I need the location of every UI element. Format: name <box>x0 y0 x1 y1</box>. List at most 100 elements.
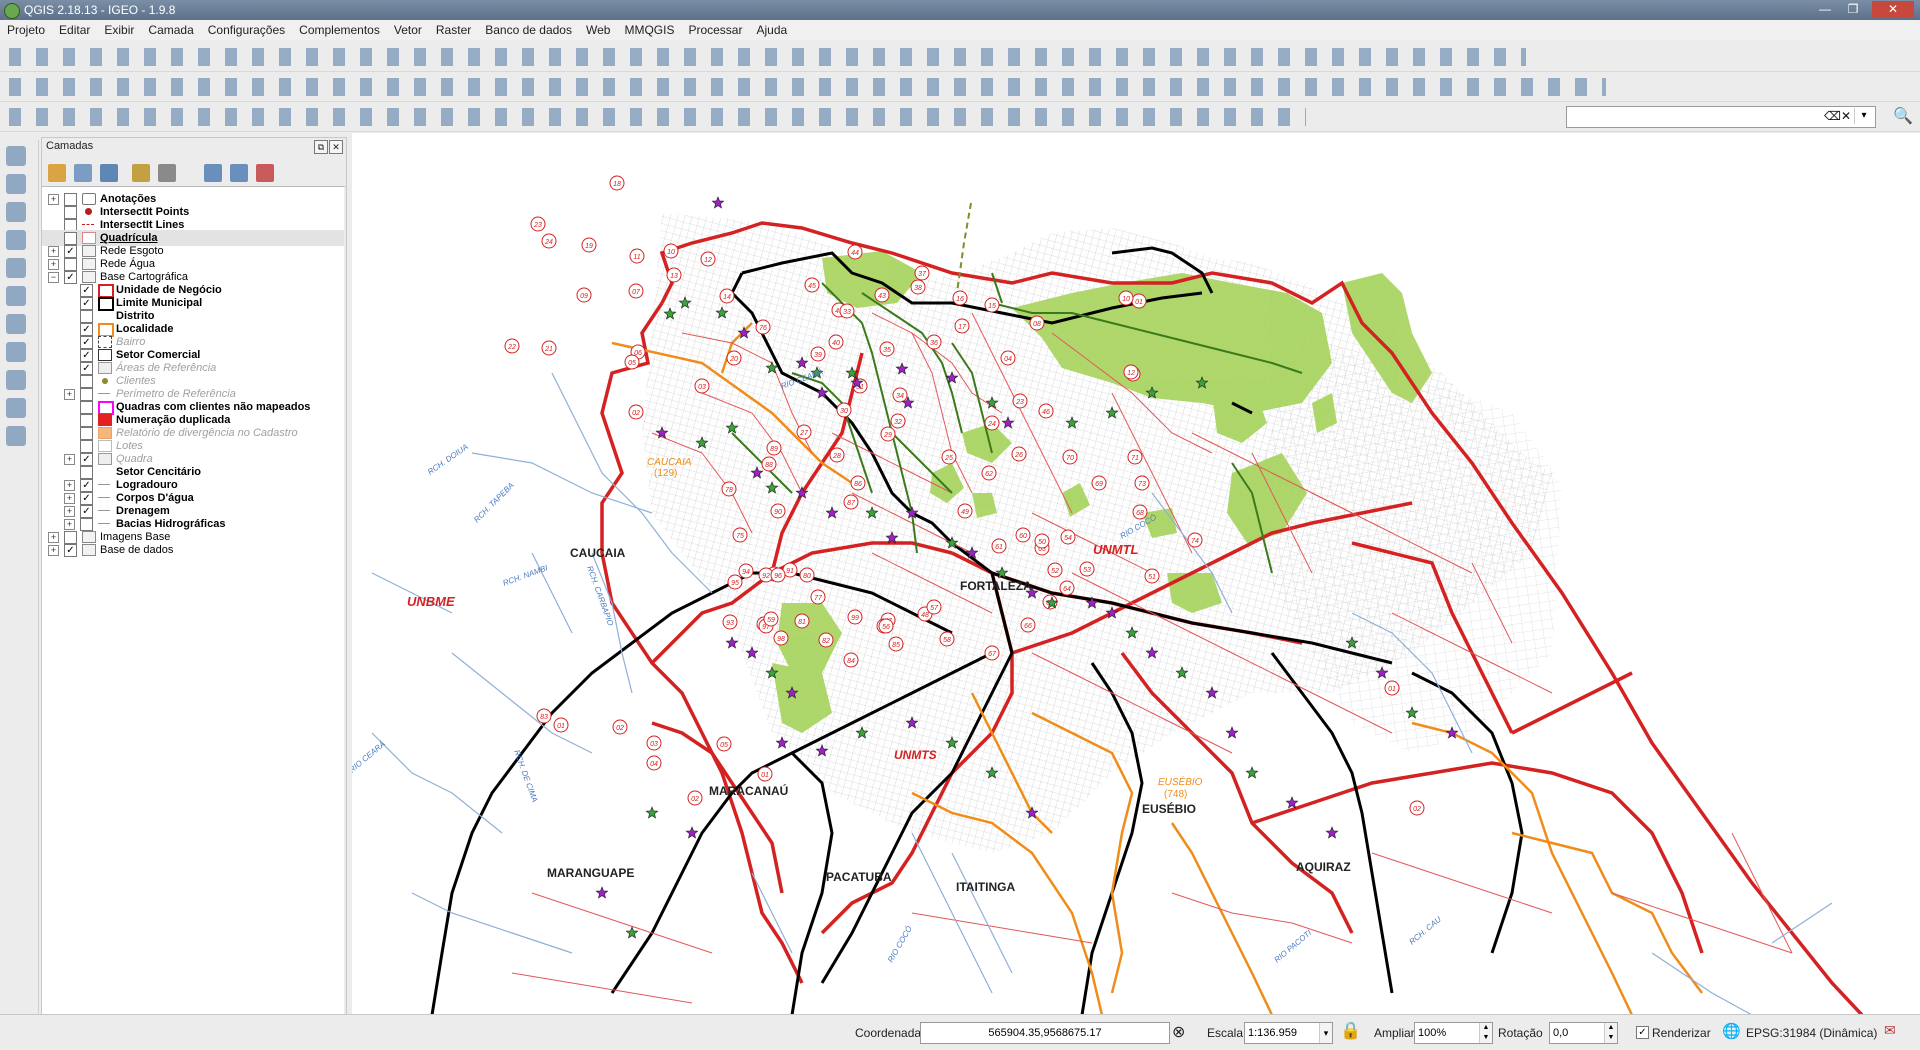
layer-symbol-icon <box>102 378 108 384</box>
search-dropdown-icon[interactable]: ▾ <box>1854 108 1873 124</box>
menu-ajuda[interactable]: Ajuda <box>749 20 794 40</box>
render-checkbox[interactable]: ✓ <box>1636 1026 1649 1039</box>
layer-tree: + Anotações IntersectIt Points IntersectIt … <box>42 186 344 1015</box>
sector-number-label: 08 <box>1033 321 1041 328</box>
add-wcs-layer-icon[interactable] <box>6 314 26 334</box>
label-eusebio: EUSÉBIO <box>1142 801 1196 816</box>
toolbar-icons[interactable] <box>6 48 1526 66</box>
sector-number-label: 62 <box>985 471 993 478</box>
rotation-spinbox[interactable]: 0,0 ▲ ▼ <box>1549 1022 1618 1044</box>
sector-number-label: 04 <box>1004 356 1012 363</box>
layer-row[interactable]: + ✓ Base de dados <box>42 542 344 558</box>
menu-editar[interactable]: Editar <box>52 20 97 40</box>
coordinate-field[interactable]: 565904.35,9568675.17 <box>920 1022 1170 1044</box>
qgis-logo-icon <box>4 3 20 19</box>
style-manager-icon[interactable] <box>48 164 66 182</box>
remove-layer-icon[interactable] <box>256 164 274 182</box>
magnify-label: Ampliar <box>1374 1026 1415 1040</box>
add-vector-layer-icon[interactable] <box>6 146 26 166</box>
sector-number-label: 76 <box>759 325 767 332</box>
render-toggle-icon[interactable]: ⊗ <box>1172 1022 1185 1042</box>
scale-label: Escala <box>1207 1026 1244 1040</box>
visibility-icon[interactable] <box>100 164 118 182</box>
layer-visibility-checkbox[interactable]: ✓ <box>64 544 77 557</box>
filter-expression-icon[interactable] <box>158 164 176 182</box>
expand-all-icon[interactable] <box>204 164 222 182</box>
sector-number-label: 15 <box>988 303 996 310</box>
lock-scale-icon[interactable]: 🔒 <box>1340 1021 1361 1041</box>
magnify-spin-icon[interactable]: ▲ ▼ <box>1479 1023 1492 1043</box>
filter-icon[interactable] <box>132 164 150 182</box>
sector-number-label: 24 <box>544 239 553 246</box>
rotation-label: Rotação <box>1498 1026 1543 1040</box>
label-maracanau: MARACANAÚ <box>709 783 788 798</box>
sector-number-label: 01 <box>1388 686 1396 693</box>
collapse-all-icon[interactable] <box>230 164 248 182</box>
menu-raster[interactable]: Raster <box>429 20 478 40</box>
sector-number-label: 82 <box>822 638 830 645</box>
add-group-icon[interactable] <box>74 164 92 182</box>
add-spatialite-layer-icon[interactable] <box>6 258 26 278</box>
sector-number-label: 34 <box>896 393 904 400</box>
float-panel-button[interactable]: ⧉ <box>314 140 328 154</box>
map-canvas[interactable]: 18 23 24 19 11 10 12 13 09 14 07 20 22 21 06 03 05 02 76 16… <box>352 133 1920 1015</box>
menu-configuracoes[interactable]: Configurações <box>201 20 292 40</box>
close-panel-button[interactable]: ✕ <box>329 140 343 154</box>
close-button[interactable]: ✕ <box>1872 1 1914 18</box>
menu-projeto[interactable]: Projeto <box>0 20 52 40</box>
title-bar: QGIS 2.18.13 - IGEO - 1.9.8 — ❐ ✕ <box>0 0 1920 20</box>
sector-number-label: 05 <box>720 742 728 749</box>
rotation-spin-icon[interactable]: ▲ ▼ <box>1604 1023 1617 1043</box>
add-delimited-text-icon[interactable] <box>6 202 26 222</box>
layer-symbol-icon <box>98 523 110 524</box>
sector-number-label: 96 <box>774 573 782 580</box>
edit-toolbar-icons[interactable] <box>6 78 1606 96</box>
magnify-spinbox[interactable]: 100% ▲ ▼ <box>1414 1022 1493 1044</box>
add-postgis-layer-icon[interactable] <box>6 230 26 250</box>
add-wfs-layer-icon[interactable] <box>6 342 26 362</box>
layer-label: Base de dados <box>100 544 174 556</box>
label-rch-cau: RCH. CAU <box>1408 915 1444 947</box>
expand-toggle-icon[interactable]: + <box>48 545 59 556</box>
menu-vetor[interactable]: Vetor <box>387 20 429 40</box>
search-icon[interactable]: 🔍 <box>1892 106 1914 128</box>
menu-processar[interactable]: Processar <box>681 20 749 40</box>
sector-number-label: 64 <box>1063 586 1071 593</box>
sector-number-label: 32 <box>894 419 902 426</box>
crs-globe-icon[interactable]: 🌐 <box>1722 1022 1741 1040</box>
menu-exibir[interactable]: Exibir <box>97 20 141 40</box>
layer-group-icon <box>82 544 96 556</box>
sector-number-label: 37 <box>918 271 927 278</box>
sector-number-label: 12 <box>704 257 712 264</box>
map-svg[interactable]: 182324191110121309 14072022 21060305027616… <box>352 133 1920 1015</box>
sector-number-label: 60 <box>1019 533 1027 540</box>
sector-number-label: 28 <box>832 453 841 460</box>
crs-status[interactable]: EPSG:31984 (Dinâmica) <box>1746 1026 1877 1040</box>
clear-search-icon[interactable]: ⌫✕ <box>1824 109 1851 123</box>
sector-number-label: 93 <box>726 620 734 627</box>
sector-number-label: 20 <box>729 356 738 363</box>
locator-search-input[interactable]: ⌫✕ ▾ <box>1566 106 1876 128</box>
sector-number-label: 70 <box>1066 455 1074 462</box>
new-spatialite-icon[interactable] <box>6 398 26 418</box>
sector-number-label: 19 <box>585 243 593 250</box>
menu-web[interactable]: Web <box>579 20 617 40</box>
new-shapefile-icon[interactable] <box>6 370 26 390</box>
layer-symbol-icon <box>82 224 94 225</box>
maximize-button[interactable]: ❐ <box>1840 1 1866 18</box>
label-rch-tapeba: RCH. TAPEBA <box>472 481 516 525</box>
menu-mmqgis[interactable]: MMQGIS <box>617 20 681 40</box>
menu-banco-de-dados[interactable]: Banco de dados <box>478 20 579 40</box>
add-raster-layer-icon[interactable] <box>6 174 26 194</box>
sector-number-label: 10 <box>1122 296 1130 303</box>
plugins-toolbar-icons[interactable] <box>6 108 1306 126</box>
scale-combobox[interactable]: 1:136.959 ▾ <box>1244 1022 1333 1044</box>
messages-icon[interactable]: ✉ <box>1884 1022 1896 1039</box>
menu-camada[interactable]: Camada <box>141 20 200 40</box>
menu-complementos[interactable]: Complementos <box>292 20 387 40</box>
add-wms-layer-icon[interactable] <box>6 286 26 306</box>
sector-number-label: 25 <box>944 455 953 462</box>
new-gpx-icon[interactable] <box>6 426 26 446</box>
scale-dropdown-icon[interactable]: ▾ <box>1319 1023 1332 1043</box>
minimize-button[interactable]: — <box>1812 1 1838 18</box>
